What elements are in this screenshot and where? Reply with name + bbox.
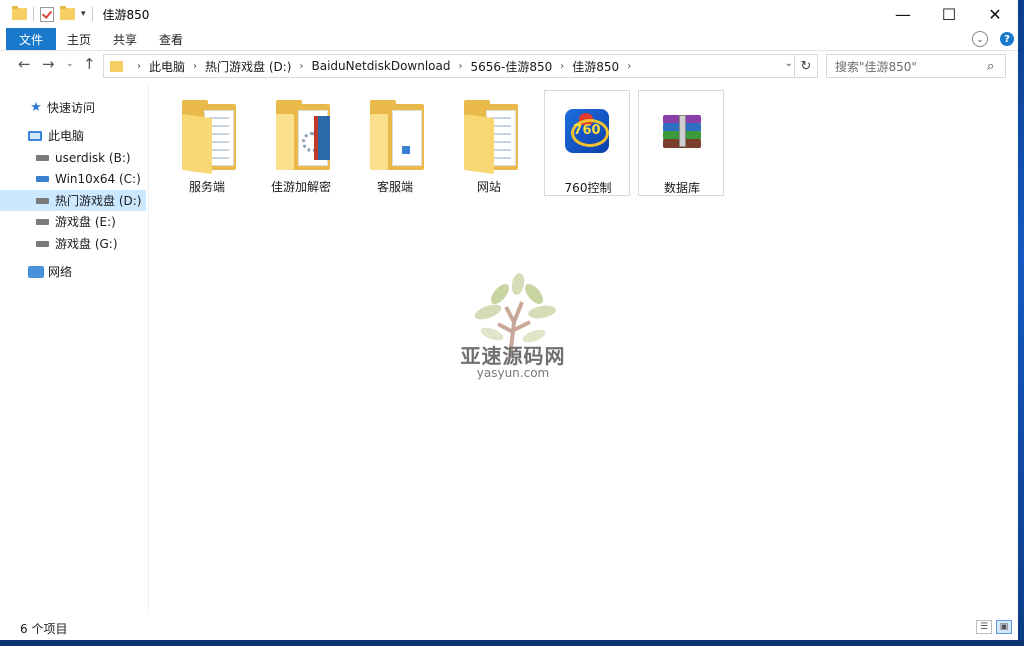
application-icon: 760	[565, 109, 609, 153]
network-icon	[28, 265, 44, 278]
sidebar-item-network[interactable]: 网络	[0, 261, 174, 282]
forward-arrow-icon[interactable]: →	[42, 55, 55, 73]
sidebar-item-drive-d[interactable]: 热门游戏盘 (D:)	[0, 190, 146, 211]
item-count: 6 个项目	[20, 622, 68, 636]
chevron-right-icon: ›	[137, 60, 141, 72]
file-name: 佳游加解密	[270, 180, 331, 194]
drive-icon	[36, 218, 49, 225]
chevron-right-icon[interactable]: ›	[560, 61, 564, 72]
folder-icon	[182, 100, 236, 175]
details-view-icon[interactable]: ☰	[976, 620, 992, 634]
watermark-title: 亚速源码网	[460, 344, 566, 368]
caption-buttons: — ☐ ✕	[880, 0, 1018, 28]
sidebar-item-label: 游戏盘 (E:)	[55, 215, 116, 229]
sidebar-item-label: 游戏盘 (G:)	[55, 237, 118, 251]
sidebar-item-label: 网络	[48, 265, 73, 279]
view-switcher: ☰ ▣	[976, 620, 1012, 634]
tab-view[interactable]: 查看	[148, 31, 194, 48]
close-button[interactable]: ✕	[972, 0, 1018, 28]
maximize-button[interactable]: ☐	[926, 0, 972, 28]
folder-icon	[12, 6, 27, 20]
chevron-right-icon[interactable]: ›	[627, 61, 631, 72]
search-input[interactable]: 搜索"佳游850"	[827, 58, 987, 75]
breadcrumb-this-pc[interactable]: 此电脑	[149, 58, 185, 75]
recent-locations-icon[interactable]: ⌄	[66, 59, 74, 69]
sidebar-item-label: 快速访问	[47, 101, 96, 115]
sidebar-item-quick-access[interactable]: ★ 快速访问	[0, 97, 174, 118]
chevron-right-icon[interactable]: ›	[193, 61, 197, 72]
file-name: 数据库	[663, 181, 700, 195]
windows-drive-icon	[36, 175, 49, 182]
ribbon-right: ⌄ ?	[972, 31, 1014, 47]
chevron-down-icon[interactable]: ⌄	[785, 58, 793, 69]
computer-icon	[28, 130, 42, 141]
status-bar: 6 个项目 ☰ ▣	[0, 617, 1018, 640]
breadcrumb-baidunetdisk[interactable]: BaiduNetdiskDownload	[311, 59, 450, 73]
address-bar[interactable]: › 此电脑 › 热门游戏盘 (D:) › BaiduNetdiskDownloa…	[103, 54, 818, 78]
desktop-background	[1018, 0, 1024, 646]
tab-file[interactable]: 文件	[6, 28, 56, 50]
star-icon: ★	[30, 100, 42, 115]
sidebar-item-label: Win10x64 (C:)	[55, 171, 141, 186]
drive-icon	[36, 240, 49, 247]
tab-share[interactable]: 共享	[102, 31, 148, 48]
large-icons-view-icon[interactable]: ▣	[996, 620, 1012, 634]
file-item-folder[interactable]: 网站	[446, 90, 532, 196]
expand-ribbon-icon[interactable]: ⌄	[972, 31, 988, 47]
help-icon[interactable]: ?	[1000, 32, 1014, 46]
folder-icon	[276, 100, 330, 170]
sidebar-item-label: userdisk (B:)	[55, 150, 131, 165]
title-bar: ▾ 佳游850 — ☐ ✕	[0, 0, 1018, 28]
breadcrumb-current[interactable]: 佳游850	[572, 58, 619, 75]
back-arrow-icon[interactable]: ←	[18, 55, 31, 73]
watermark-url: yasyun.com	[476, 366, 550, 380]
new-folder-icon[interactable]	[60, 6, 75, 20]
tab-home[interactable]: 主页	[56, 31, 102, 48]
file-name: 客服端	[376, 180, 413, 194]
customize-toolbar-icon[interactable]: ▾	[81, 9, 86, 19]
chevron-right-icon[interactable]: ›	[459, 61, 463, 72]
rar-archive-icon	[663, 115, 701, 148]
file-name: 760控制	[564, 181, 612, 195]
folder-icon	[110, 60, 123, 72]
sidebar-item-label: 此电脑	[48, 129, 85, 143]
search-box[interactable]: 搜索"佳游850" ⌕	[826, 54, 1006, 78]
file-item-archive[interactable]: 数据库	[638, 90, 724, 196]
chevron-right-icon[interactable]: ›	[299, 61, 303, 72]
minimize-button[interactable]: —	[880, 0, 926, 28]
file-name: 网站	[476, 180, 501, 194]
folder-icon	[370, 100, 424, 170]
file-list: 服务端 佳游加解密 客服端 网站 760 760控制 数据库 亚速源码网 yas…	[150, 84, 1018, 614]
up-arrow-icon[interactable]: ↑	[83, 55, 96, 73]
breadcrumb-5656[interactable]: 5656-佳游850	[471, 58, 553, 75]
window-title: 佳游850	[102, 7, 150, 22]
drive-icon	[36, 154, 49, 161]
drive-icon	[36, 197, 49, 204]
file-item-application[interactable]: 760 760控制	[544, 90, 630, 196]
ribbon-tabs: 文件 主页 共享 查看 ⌄ ?	[0, 28, 1018, 51]
sidebar-item-label: 热门游戏盘 (D:)	[55, 194, 142, 208]
navigation-pane: ★ 快速访问 此电脑 userdisk (B:) Win10x64 (C:) 热…	[0, 84, 149, 614]
sidebar-item-this-pc[interactable]: 此电脑	[0, 125, 174, 146]
toolbar-separator	[91, 7, 93, 21]
quick-access-toolbar: ▾ 佳游850	[0, 6, 149, 23]
navigation-bar: ← → ⌄ ↑ › 此电脑 › 热门游戏盘 (D:) › BaiduNetdis…	[0, 53, 1018, 79]
file-name: 服务端	[188, 180, 225, 194]
file-item-folder[interactable]: 佳游加解密	[258, 90, 344, 196]
properties-icon[interactable]	[40, 6, 54, 22]
refresh-icon[interactable]: ↻	[794, 55, 817, 77]
breadcrumb-drive-d[interactable]: 热门游戏盘 (D:)	[205, 58, 291, 75]
toolbar-separator	[33, 7, 34, 21]
taskbar-edge	[0, 640, 1024, 646]
file-item-folder[interactable]: 服务端	[164, 90, 250, 196]
explorer-window: ▾ 佳游850 — ☐ ✕ 文件 主页 共享 查看 ⌄ ? ← → ⌄ ↑ › …	[0, 0, 1018, 640]
file-item-folder[interactable]: 客服端	[352, 90, 438, 196]
folder-icon	[464, 100, 518, 175]
search-icon[interactable]: ⌕	[987, 59, 1005, 74]
